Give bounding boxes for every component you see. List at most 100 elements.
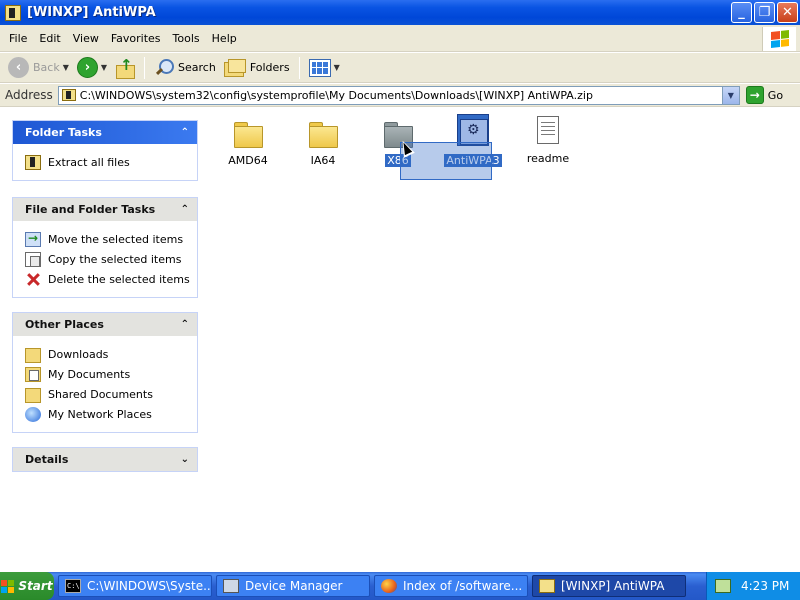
expand-chevron-icon[interactable]: ⌄ [181, 454, 189, 465]
minimize-button[interactable]: _ [731, 2, 752, 23]
move-items-label: Move the selected items [48, 232, 184, 246]
details-title: Details [25, 453, 69, 466]
folder-item[interactable]: AMD64 [213, 114, 283, 167]
collapse-chevron-icon[interactable]: ⌃ [181, 204, 189, 215]
folder-icon [25, 347, 41, 363]
network-tray-icon[interactable] [715, 579, 731, 593]
file-view[interactable]: AMD64 IA64 X86 AntiWPA3 readme [210, 108, 800, 568]
windows-flag-icon [1, 579, 15, 593]
drag-selection-rectangle [400, 142, 492, 180]
start-label: Start [18, 579, 53, 593]
file-folder-tasks-title: File and Folder Tasks [25, 203, 156, 216]
menu-bar: File Edit View Favorites Tools Help [0, 25, 800, 52]
folders-button[interactable]: Folders [220, 55, 294, 81]
views-button[interactable]: ▼ [305, 55, 344, 81]
window-title: [WINXP] AntiWPA [27, 5, 156, 20]
move-icon [25, 231, 41, 247]
extract-all-link[interactable]: Extract all files [25, 152, 197, 172]
delete-items-link[interactable]: Delete the selected items [25, 269, 197, 289]
address-dropdown-icon[interactable]: ▼ [721, 86, 739, 104]
copy-items-link[interactable]: Copy the selected items [25, 249, 197, 269]
title-bar[interactable]: [WINXP] AntiWPA _ ❐ ✕ [0, 0, 800, 25]
search-label: Search [178, 61, 216, 74]
taskbar: Start C:\ C:\WINDOWS\Syste... Device Man… [0, 572, 800, 600]
text-file-item[interactable]: readme [513, 114, 583, 165]
copy-icon [25, 251, 41, 267]
file-label: readme [526, 152, 570, 165]
task-pane: Folder Tasks ⌃ Extract all files File an… [0, 108, 210, 568]
folder-icon [234, 122, 263, 148]
menu-tools[interactable]: Tools [167, 32, 206, 45]
taskbar-item-browser[interactable]: Index of /software... [374, 575, 528, 597]
folder-tasks-header[interactable]: Folder Tasks ⌃ [13, 121, 197, 144]
window-controls: _ ❐ ✕ [731, 2, 798, 23]
taskbar-item-explorer[interactable]: [WINXP] AntiWPA [532, 575, 686, 597]
delete-items-label: Delete the selected items [48, 272, 190, 286]
address-label: Address [5, 88, 53, 102]
file-label: AMD64 [228, 154, 268, 167]
menu-edit[interactable]: Edit [33, 32, 66, 45]
other-places-header[interactable]: Other Places ⌃ [13, 313, 197, 336]
command-prompt-icon: C:\ [65, 579, 81, 593]
zip-folder-icon [61, 89, 76, 101]
copy-items-label: Copy the selected items [48, 252, 182, 266]
forward-arrow-icon: › [76, 57, 98, 78]
toolbar: ‹ Back ▼ › ▼ Search Folders ▼ [0, 53, 800, 83]
up-button[interactable] [111, 55, 139, 81]
downloads-link[interactable]: Downloads [25, 344, 197, 364]
details-header[interactable]: Details ⌄ [13, 448, 197, 471]
my-documents-label: My Documents [48, 367, 131, 381]
system-tray: 4:23 PM [706, 572, 800, 600]
search-button[interactable]: Search [150, 55, 220, 81]
start-button[interactable]: Start [0, 572, 54, 600]
taskbar-item-device-manager[interactable]: Device Manager [216, 575, 370, 597]
folder-item[interactable]: IA64 [288, 114, 358, 167]
menu-view[interactable]: View [67, 32, 105, 45]
my-documents-icon [25, 366, 41, 382]
file-folder-tasks-header[interactable]: File and Folder Tasks ⌃ [13, 198, 197, 221]
move-items-link[interactable]: Move the selected items [25, 229, 197, 249]
file-folder-tasks-panel: File and Folder Tasks ⌃ Move the selecte… [12, 197, 198, 298]
collapse-chevron-icon[interactable]: ⌃ [181, 127, 189, 138]
clock: 4:23 PM [741, 579, 790, 593]
downloads-label: Downloads [48, 347, 109, 361]
windows-flag-icon [770, 30, 789, 48]
delete-x-icon [25, 272, 41, 287]
folders-label: Folders [249, 61, 290, 74]
taskbar-item-cmd[interactable]: C:\ C:\WINDOWS\Syste... [58, 575, 212, 597]
search-icon [154, 58, 175, 78]
views-dropdown-icon[interactable]: ▼ [334, 63, 340, 72]
go-button[interactable]: → Go [745, 86, 783, 104]
my-network-places-link[interactable]: My Network Places [25, 404, 197, 424]
maximize-button[interactable]: ❐ [754, 2, 775, 23]
shared-documents-label: Shared Documents [48, 387, 153, 401]
file-folder-tasks-body: Move the selected items Copy the selecte… [13, 221, 197, 297]
task-label: Index of /software... [403, 579, 523, 593]
address-input[interactable]: C:\WINDOWS\system32\config\systemprofile… [57, 85, 740, 105]
extract-all-label: Extract all files [48, 155, 130, 169]
close-button[interactable]: ✕ [777, 2, 798, 23]
other-places-title: Other Places [25, 318, 104, 331]
device-manager-icon [223, 579, 239, 593]
file-label: IA64 [310, 154, 336, 167]
back-button[interactable]: ‹ Back ▼ [4, 55, 73, 81]
up-folder-icon [115, 56, 136, 79]
my-documents-link[interactable]: My Documents [25, 364, 197, 384]
firefox-icon [381, 579, 397, 593]
menu-favorites[interactable]: Favorites [105, 32, 167, 45]
back-dropdown-icon[interactable]: ▼ [63, 63, 69, 72]
forward-button[interactable]: › ▼ [73, 55, 111, 81]
folders-icon [223, 58, 246, 77]
folder-tasks-body: Extract all files [13, 144, 197, 180]
back-arrow-icon: ‹ [8, 57, 29, 78]
menu-help[interactable]: Help [206, 32, 243, 45]
menu-file[interactable]: File [3, 32, 33, 45]
task-label: Device Manager [245, 579, 343, 593]
my-network-places-label: My Network Places [48, 407, 152, 421]
shared-documents-link[interactable]: Shared Documents [25, 384, 197, 404]
forward-dropdown-icon[interactable]: ▼ [101, 63, 107, 72]
details-panel: Details ⌄ [12, 447, 198, 472]
other-places-panel: Other Places ⌃ Downloads My Documents Sh… [12, 312, 198, 433]
collapse-chevron-icon[interactable]: ⌃ [181, 319, 189, 330]
text-document-icon [537, 116, 559, 144]
